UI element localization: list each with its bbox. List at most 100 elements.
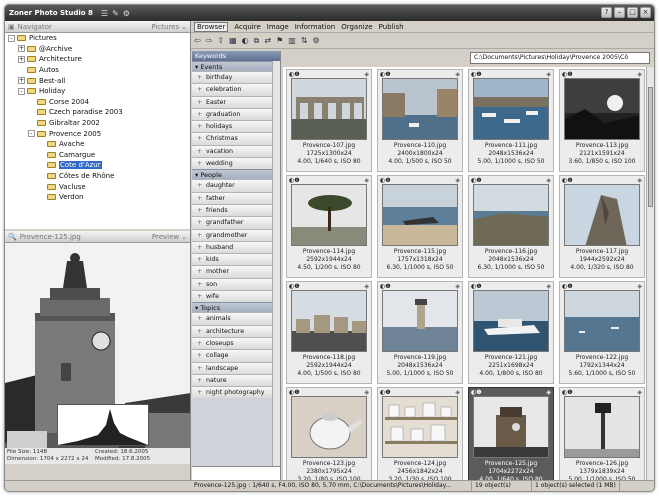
thumbnail-tile[interactable]: ◐❶ ◈ Provence-114.jpg 2592x1944x24 4.50, 1/2… — [286, 175, 372, 278]
tree-item[interactable]: - Holiday — [5, 86, 190, 97]
filter-icon[interactable]: ⚙ — [313, 36, 320, 45]
keyword-item[interactable]: animals — [192, 312, 280, 326]
keyword-item[interactable]: mother — [192, 265, 280, 279]
keyword-item[interactable]: celebration — [192, 83, 280, 97]
thumbnail-image[interactable] — [291, 184, 367, 246]
tree-item[interactable]: Czech paradise 2003 — [5, 107, 190, 118]
thumbnail-image[interactable] — [564, 184, 640, 246]
collapse-icon[interactable]: - — [28, 130, 35, 138]
navigator-dropdown[interactable]: Pictures — [151, 23, 179, 31]
tag-icon[interactable]: ◈ — [364, 389, 369, 396]
keyword-item[interactable]: vacation — [192, 144, 280, 158]
keyword-item[interactable]: wife — [192, 290, 280, 303]
keyword-item[interactable]: landscape — [192, 361, 280, 375]
thumbnail-image[interactable] — [473, 78, 549, 140]
keyword-item[interactable]: daughter — [192, 179, 280, 193]
keyword-item[interactable]: husband — [192, 240, 280, 254]
thumbnail-tile[interactable]: ◐❶ ◈ Provence-113.jpg 2121x1591x24 3.60, 1/8… — [559, 69, 645, 172]
tag-icon[interactable]: ◈ — [364, 283, 369, 290]
tree-item[interactable]: + Best-all — [5, 75, 190, 86]
collapse-icon[interactable]: - — [8, 34, 15, 42]
back-icon[interactable]: ⇦ — [194, 36, 201, 45]
thumbnail-image[interactable] — [291, 396, 367, 458]
tab-image[interactable]: Image — [267, 23, 289, 31]
minimize-button[interactable]: – — [614, 7, 625, 18]
thumbnail-tile[interactable]: ◐❶ ◈ Provence-119.jpg 2048x1536x24 5.00, 1/1… — [377, 281, 463, 384]
tree-item[interactable]: Avache — [5, 139, 190, 150]
tab-publish[interactable]: Publish — [379, 23, 404, 31]
tag-icon[interactable]: ◈ — [455, 71, 460, 78]
move-icon[interactable]: ⇄ — [264, 36, 271, 45]
thumbnail-tile[interactable]: ◐❶ ◈ Provence-124.jpg 2456x1842x24 3.20, 1/3… — [377, 387, 463, 480]
maximize-button[interactable]: □ — [627, 7, 638, 18]
keyword-item[interactable]: birthday — [192, 71, 280, 84]
collapse-icon[interactable]: - — [18, 87, 25, 95]
tree-item[interactable]: Vacluse — [5, 181, 190, 192]
thumbnail-tile[interactable]: ◐❶ ◈ Provence-125.jpg 1704x2272x24 4.00, 1/6… — [468, 387, 554, 480]
keyword-item[interactable]: closeups — [192, 336, 280, 350]
thumbnail-tile[interactable]: ◐❶ ◈ Provence-117.jpg 1944x2592x24 4.00, 1/3… — [559, 175, 645, 278]
thumbnail-tile[interactable]: ◐❶ ◈ Provence-123.jpg 2380x1795x24 3.20, 1/8… — [286, 387, 372, 480]
grid-scrollbar[interactable] — [646, 67, 654, 480]
thumbnail-tile[interactable]: ◐❶ ◈ Provence-115.jpg 1757x1318x24 6.30, 1/1… — [377, 175, 463, 278]
thumbnail-image[interactable] — [382, 184, 458, 246]
thumbnail-image[interactable] — [291, 78, 367, 140]
tools-icon[interactable]: ✎ — [112, 9, 119, 18]
keyword-item[interactable]: Easter — [192, 95, 280, 109]
thumbnail-tile[interactable]: ◐❶ ◈ Provence-110.jpg 2400x1800x24 4.00, 1/5… — [377, 69, 463, 172]
thumbnail-image[interactable] — [382, 396, 458, 458]
tag-icon[interactable]: ◈ — [637, 283, 642, 290]
tag-icon[interactable]: ◈ — [546, 283, 551, 290]
up-folder-icon[interactable]: ⇧ — [217, 36, 224, 45]
tab-acquire[interactable]: Acquire — [234, 23, 260, 31]
tree-item[interactable]: Corse 2004 — [5, 97, 190, 108]
forward-icon[interactable]: ⇨ — [206, 36, 213, 45]
close-button[interactable]: × — [640, 7, 651, 18]
keyword-item[interactable]: kids — [192, 253, 280, 266]
thumbnail-image[interactable] — [473, 396, 549, 458]
menu-icon[interactable]: ☰ — [101, 9, 108, 18]
path-field[interactable]: C:\Documents\Pictures\Holiday\Provence 2… — [470, 52, 650, 64]
sort-icon[interactable]: ⇅ — [301, 36, 308, 45]
tag-icon[interactable]: ◈ — [637, 71, 642, 78]
tab-organize[interactable]: Organize — [341, 23, 372, 31]
chevron-down-icon[interactable]: ⌄ — [181, 23, 187, 31]
thumbnail-image[interactable] — [473, 184, 549, 246]
tag-icon[interactable]: ◈ — [546, 71, 551, 78]
tag-icon[interactable]: ◈ — [364, 71, 369, 78]
tree-item[interactable]: - Pictures — [5, 33, 190, 44]
thumbnail-tile[interactable]: ◐❶ ◈ Provence-107.jpg 1725x1300x24 4.00, 1/6… — [286, 69, 372, 172]
keyword-item[interactable]: grandfather — [192, 216, 280, 230]
keyword-item[interactable]: son — [192, 277, 280, 291]
keyword-item[interactable]: night photography — [192, 386, 280, 399]
thumbnail-tile[interactable]: ◐❶ ◈ Provence-111.jpg 2048x1536x24 5.00, 1/1… — [468, 69, 554, 172]
keyword-item[interactable]: friends — [192, 203, 280, 217]
tree-item[interactable]: Côtes de Rhône — [5, 171, 190, 182]
keyword-item[interactable]: collage — [192, 349, 280, 363]
tag-icon[interactable]: ◈ — [546, 177, 551, 184]
tag-icon[interactable]: ◈ — [364, 177, 369, 184]
keyword-item[interactable]: wedding — [192, 157, 280, 170]
thumbnail-image[interactable] — [564, 290, 640, 352]
keyword-category[interactable]: ▾ Topics — [192, 302, 280, 313]
preview-dropdown[interactable]: Preview — [152, 233, 179, 241]
tag-icon[interactable]: ⚑ — [276, 36, 283, 45]
tag-icon[interactable]: ◈ — [637, 177, 642, 184]
keyword-item[interactable]: holidays — [192, 120, 280, 134]
help-button[interactable]: ? — [601, 7, 612, 18]
keywords-scrollbar[interactable] — [272, 61, 280, 466]
columns-icon[interactable]: ▥ — [288, 36, 296, 45]
expand-icon[interactable]: + — [18, 45, 25, 53]
tree-item[interactable]: - Provence 2005 — [5, 128, 190, 139]
thumbnail-tile[interactable]: ◐❶ ◈ Provence-118.jpg 2592x1944x24 4.00, 1/5… — [286, 281, 372, 384]
tag-icon[interactable]: ◈ — [546, 389, 551, 396]
tree-item[interactable]: Cote d'Azur — [5, 160, 190, 171]
tab-browser[interactable]: Browser — [194, 21, 229, 32]
settings-icon[interactable]: ⚙ — [123, 9, 130, 18]
tree-item[interactable]: + @Archive — [5, 44, 190, 55]
tag-icon[interactable]: ◈ — [455, 283, 460, 290]
folder-tree[interactable]: - Pictures + @Archive + Architecture Autos + Bes… — [5, 33, 190, 229]
thumbnail-tile[interactable]: ◐❶ ◈ Provence-116.jpg 2048x1536x24 6.30, 1/1… — [468, 175, 554, 278]
rotate-icon[interactable]: ◐ — [242, 36, 249, 45]
tag-icon[interactable]: ◈ — [455, 389, 460, 396]
